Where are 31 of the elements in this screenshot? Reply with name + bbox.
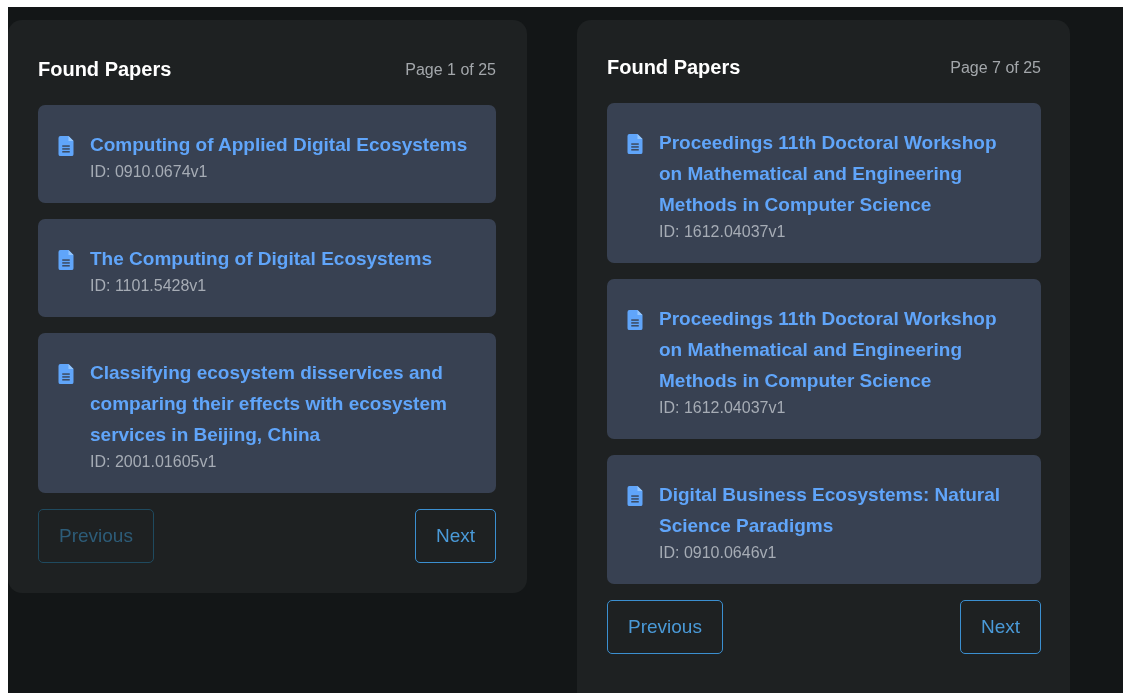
paper-card[interactable]: Classifying ecosystem disservices and comparing their effects with ecosystem services in Beijing, China ID: 2001.01605v1	[38, 333, 496, 493]
paper-card[interactable]: Computing of Applied Digital Ecosystems ID: 0910.0674v1	[38, 105, 496, 203]
document-icon	[627, 486, 643, 506]
pagination-button[interactable]: Next	[414, 509, 496, 563]
document-icon	[58, 136, 74, 156]
paper-title-link[interactable]: Computing of Applied Digital Ecosystems	[90, 129, 468, 160]
paper-id: ID: 0910.0646v1	[659, 544, 778, 562]
paper-title-link[interactable]: Proceedings 11th Doctoral Workshop on Mathematical and Engineering Methods in Computer Science	[659, 127, 1021, 220]
paper-id: ID: 1612.04037v1	[659, 223, 787, 241]
panel-title: Found Papers	[38, 58, 172, 81]
paper-id: ID: 1612.04037v1	[659, 399, 787, 417]
paper-title-link[interactable]: Proceedings 11th Doctoral Workshop on Mathematical and Engineering Methods in Computer Science	[659, 303, 1021, 396]
paper-card[interactable]: Digital Business Ecosystems: Natural Science Paradigms ID: 0910.0646v1	[607, 455, 1041, 584]
document-icon	[58, 364, 74, 384]
document-icon	[627, 134, 643, 154]
panel-title: Found Papers	[607, 56, 741, 79]
page-indicator: Page 1 of 25	[405, 60, 496, 79]
paper-id: ID: 2001.01605v1	[90, 453, 218, 471]
paper-card[interactable]: Proceedings 11th Doctoral Workshop on Mathematical and Engineering Methods in Computer Science ID: 1612.04037v1	[607, 103, 1041, 263]
paper-id: ID: 1101.5428v1	[90, 277, 208, 295]
document-icon	[627, 310, 643, 330]
paper-title-link[interactable]: Classifying ecosystem disservices and comparing their effects with ecosystem services in Beijing, China	[90, 357, 476, 450]
paper-card[interactable]: The Computing of Digital Ecosystems ID: 1101.5428v1	[38, 219, 496, 317]
paper-card[interactable]: Proceedings 11th Doctoral Workshop on Mathematical and Engineering Methods in Computer Science ID: 1612.04037v1	[607, 279, 1041, 439]
paper-title-link[interactable]: The Computing of Digital Ecosystems	[90, 243, 433, 274]
paper-id: ID: 0910.0674v1	[90, 163, 209, 181]
document-icon	[58, 250, 74, 270]
paper-title-link[interactable]: Digital Business Ecosystems: Natural Science Paradigms	[659, 479, 1021, 541]
pagination-button[interactable]: Next	[959, 600, 1041, 654]
pagination-button[interactable]: Previous	[607, 600, 723, 654]
page-indicator: Page 7 of 25	[950, 58, 1041, 77]
